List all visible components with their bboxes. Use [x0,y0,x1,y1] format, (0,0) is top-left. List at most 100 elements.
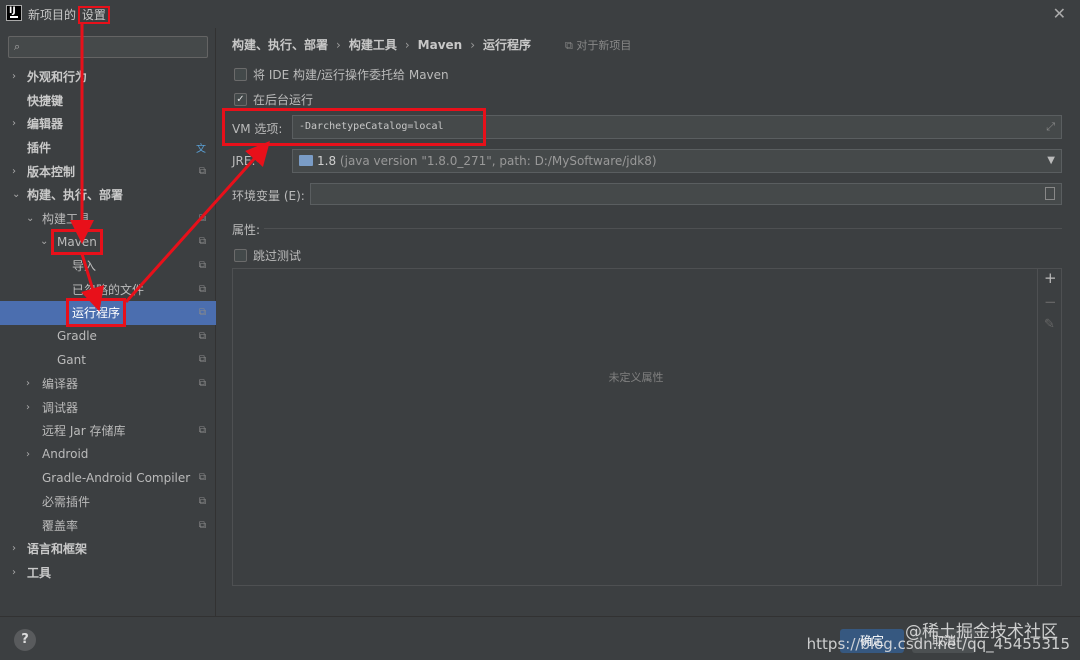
sidebar-item-label: 版本控制 [27,164,76,179]
help-button[interactable]: ? [14,629,36,651]
delegate-checkbox-row[interactable]: 将 IDE 构建/运行操作委托给 Maven [234,66,449,83]
annotation-box-vm [222,108,486,146]
sidebar-item-label: Gradle-Android Compiler [42,470,191,485]
chevron-down-icon[interactable]: ⌄ [40,236,52,247]
search-icon: ⌕ [14,40,21,53]
jre-value: 1.8 (java version "1.8.0_271", path: D:/… [317,154,657,168]
sidebar-item-label: 构建工具 [42,211,91,226]
chevron-right-icon[interactable]: › [26,378,38,389]
properties-toolbar: + − ✎ [1038,268,1062,586]
sidebar-item-compiler[interactable]: › 编译器 ⧉ [0,372,216,396]
skip-tests-label: 跳过测试 [253,249,302,263]
sidebar-item-label: Android [42,447,89,462]
search-input[interactable]: ⌕ [8,36,208,58]
project-scope-label: ⧉ 对于新项目 [565,38,632,52]
chevron-right-icon[interactable]: › [12,118,24,129]
copy-icon: ⧉ [198,519,206,531]
chevron-right-icon[interactable]: › [12,166,24,177]
sidebar-item-label: 必需插件 [42,494,91,509]
chevron-down-icon[interactable]: ▼ [1047,155,1055,166]
background-checkbox[interactable]: ✓ [234,93,247,106]
sidebar-item-label: 编译器 [42,377,79,392]
sidebar-item-keymap[interactable]: 快捷键 [0,89,216,113]
sidebar-item-label: Gant [57,352,86,367]
sidebar-item-import[interactable]: 导入 ⧉ [0,254,216,278]
sidebar-item-required-plugins[interactable]: 必需插件 ⧉ [0,490,216,514]
copy-icon: ⧉ [198,283,206,295]
env-vars-label: 环境变量 (E): [232,189,305,203]
sidebar-item-gant[interactable]: Gant ⧉ [0,348,216,372]
breadcrumb-separator: › [470,37,476,52]
sidebar-item-runner[interactable]: 运行程序 ⧉ [0,298,216,328]
skip-tests-checkbox[interactable] [234,249,247,262]
copy-icon: ⧉ [198,212,206,224]
sidebar-item-build[interactable]: ⌄ 构建、执行、部署 [0,183,216,207]
breadcrumb-item[interactable]: 构建、执行、部署 [232,36,328,53]
copy-icon: ⧉ [198,165,206,177]
sidebar-item-android[interactable]: › Android [0,443,216,467]
remove-icon[interactable]: − [1044,293,1057,311]
properties-section-label: 属性: [232,223,261,237]
edit-icon[interactable]: ✎ [1044,317,1055,332]
sidebar-item-label: 远程 Jar 存储库 [42,424,126,439]
properties-table[interactable]: 未定义属性 [232,268,1038,586]
translate-icon: 文 [196,144,206,156]
sidebar-item-gradle-android[interactable]: Gradle-Android Compiler ⧉ [0,466,216,490]
sidebar-item-label: 编辑器 [27,117,64,132]
breadcrumb-separator: › [336,37,341,52]
jre-select[interactable]: 1.8 (java version "1.8.0_271", path: D:/… [292,149,1062,173]
copy-icon: ⧉ [198,354,206,366]
sidebar-item-tools[interactable]: › 工具 [0,560,216,584]
chevron-down-icon[interactable]: ⌄ [12,189,24,200]
copy-icon: ⧉ [198,425,206,437]
copy-icon: ⧉ [198,236,206,248]
window-title-prefix: 新项目的 [28,8,77,22]
breadcrumb-current: 运行程序 [483,38,532,52]
sidebar-item-appearance[interactable]: › 外观和行为 [0,65,216,89]
sidebar-item-build-tools[interactable]: ⌄ 构建工具 ⧉ [0,207,216,231]
settings-sidebar: ⌕ › 外观和行为 快捷键 › 编辑器 插件文 › 版本控制 ⧉ ⌄ 构建、执行、部署 ⌄ 构建工具 ⧉ ⌄… [0,28,216,616]
sidebar-item-label: 语言和框架 [27,542,88,557]
sidebar-item-label: 快捷键 [27,93,64,108]
background-checkbox-row[interactable]: ✓ 在后台运行 [234,91,313,108]
sidebar-item-coverage[interactable]: 覆盖率 ⧉ [0,513,216,537]
add-icon[interactable]: + [1044,269,1057,287]
sidebar-item-label: 覆盖率 [42,518,79,533]
sidebar-item-editor[interactable]: › 编辑器 [0,112,216,136]
chevron-down-icon[interactable]: ⌄ [26,213,38,224]
skip-tests-checkbox-row[interactable]: 跳过测试 [234,247,301,264]
title-bar: IJ 新项目的 设置 ✕ [0,0,1080,28]
folder-icon [299,155,313,166]
close-icon[interactable]: ✕ [1053,4,1066,23]
chevron-right-icon[interactable]: › [12,567,24,578]
breadcrumb-item[interactable]: 构建工具 [349,36,397,53]
copy-icon: ⧉ [198,378,206,390]
chevron-right-icon[interactable]: › [12,543,24,554]
chevron-right-icon[interactable]: › [26,402,38,413]
chevron-right-icon[interactable]: › [12,71,24,82]
sidebar-item-ignored[interactable]: 已忽略的文件 ⧉ [0,277,216,301]
sidebar-item-label: 调试器 [42,400,79,415]
document-icon[interactable] [1045,187,1055,200]
sidebar-item-remote-jar[interactable]: 远程 Jar 存储库 ⧉ [0,419,216,443]
sidebar-item-vcs[interactable]: › 版本控制 ⧉ [0,159,216,183]
breadcrumb-separator: › [404,37,410,52]
expand-icon[interactable]: ⤢ [1046,120,1055,134]
settings-content: 构建、执行、部署 › 构建工具 › Maven › 运行程序 ⧉ 对于新项目 将… [216,28,1080,616]
chevron-right-icon[interactable]: › [26,449,38,460]
sidebar-item-languages[interactable]: › 语言和框架 [0,537,216,561]
env-vars-input[interactable] [310,183,1062,205]
sidebar-item-gradle[interactable]: Gradle ⧉ [0,325,216,349]
breadcrumb-item[interactable]: Maven [418,38,463,52]
intellij-logo-icon: IJ [6,5,22,21]
sidebar-item-debugger[interactable]: › 调试器 [0,395,216,419]
dialog-footer: ? 确定 取消 @稀土掘金技术社区 https://blog.csdn.net/… [0,616,1080,660]
sidebar-item-label: 运行程序 [65,298,127,328]
sidebar-item-plugins[interactable]: 插件 文 [0,136,216,160]
jre-detail: (java version "1.8.0_271", path: D:/MySo… [339,154,657,168]
settings-tree: › 外观和行为 快捷键 › 编辑器 插件文 › 版本控制 ⧉ ⌄ 构建、执行、部署 ⌄ 构建工具 ⧉ ⌄ Ma… [0,65,216,584]
watermark-csdn-url: https://blog.csdn.net/qq_45455315 [806,635,1070,653]
background-label: 在后台运行 [253,93,314,107]
delegate-checkbox[interactable] [234,68,247,81]
sidebar-item-maven[interactable]: ⌄ Maven ⧉ [0,228,216,255]
